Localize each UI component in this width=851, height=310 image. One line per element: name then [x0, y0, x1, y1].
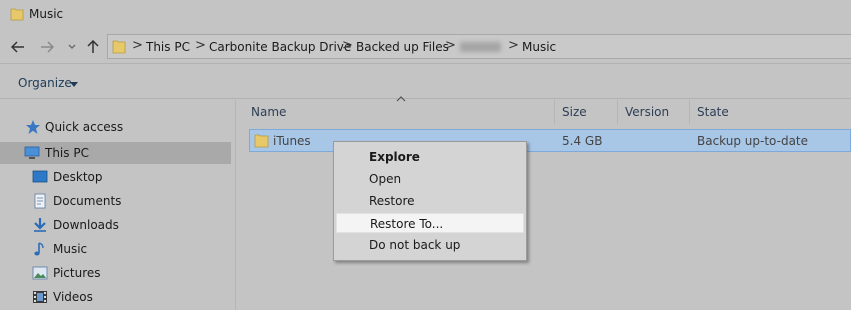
chevron-down-icon[interactable] [70, 82, 78, 87]
redacted-breadcrumb[interactable] [460, 42, 501, 52]
desktop-icon [32, 170, 48, 183]
forward-arrow-icon[interactable] [38, 38, 56, 56]
sidebar-item-label: Pictures [53, 266, 101, 280]
computer-icon [24, 146, 40, 159]
menu-item-do-not-back-up[interactable]: Do not back up [336, 235, 524, 255]
sidebar-item-label: Documents [53, 194, 122, 208]
address-bar[interactable]: > This PC > Carbonite Backup Drive > Bac… [107, 34, 851, 59]
column-header-version[interactable]: Version [618, 100, 690, 124]
chevron-down-icon[interactable] [63, 38, 81, 56]
sidebar-item-label: This PC [45, 146, 89, 160]
back-arrow-icon[interactable] [9, 38, 27, 56]
context-menu: Explore Open Restore Restore To... Do no… [333, 141, 527, 261]
organize-button[interactable]: Organize [18, 76, 72, 90]
breadcrumb-backed-up-files[interactable]: Backed up Files [356, 40, 449, 54]
sort-ascending-icon [396, 96, 406, 102]
videos-icon [33, 291, 47, 303]
pictures-icon [32, 266, 48, 280]
breadcrumb-separator[interactable]: > [132, 38, 143, 53]
sidebar-item-desktop[interactable]: Desktop [0, 166, 236, 188]
music-icon [34, 242, 44, 256]
column-header-size[interactable]: Size [555, 100, 618, 124]
breadcrumb-separator[interactable]: > [342, 38, 353, 53]
downloads-icon [34, 218, 46, 232]
column-header-name[interactable]: Name [237, 100, 555, 124]
sidebar-item-label: Music [53, 242, 88, 256]
breadcrumb-carbonite-backup-drive[interactable]: Carbonite Backup Drive [209, 40, 351, 54]
sidebar-item-quick-access[interactable]: Quick access [0, 116, 236, 138]
sidebar-item-videos[interactable]: Videos [0, 286, 236, 308]
title-bar: Music [0, 0, 851, 30]
row-name: iTunes [273, 134, 311, 148]
breadcrumb-music[interactable]: Music [522, 40, 556, 54]
sidebar-item-label: Videos [53, 290, 93, 304]
sidebar-item-documents[interactable]: Documents [0, 190, 236, 212]
sidebar-item-label: Downloads [53, 218, 119, 232]
sidebar-item-label: Desktop [53, 170, 103, 184]
breadcrumb-separator[interactable]: > [445, 38, 456, 53]
up-arrow-icon[interactable] [84, 38, 102, 56]
row-state: Backup up-to-date [697, 134, 809, 148]
menu-item-explore[interactable]: Explore [336, 147, 524, 167]
breadcrumb-separator[interactable]: > [195, 38, 206, 53]
window-title: Music [29, 7, 64, 21]
sidebar-item-label: Quick access [45, 120, 124, 134]
folder-icon [112, 40, 126, 54]
sidebar-item-music[interactable]: Music [0, 238, 236, 260]
navigation-pane: Quick access This PC Desktop Documents D… [0, 100, 236, 310]
star-icon [26, 120, 40, 134]
menu-item-restore[interactable]: Restore [336, 191, 524, 211]
column-header-state[interactable]: State [690, 100, 851, 124]
menu-item-restore-to[interactable]: Restore To... [336, 213, 524, 233]
breadcrumb-separator[interactable]: > [508, 38, 519, 53]
sidebar-item-downloads[interactable]: Downloads [0, 214, 236, 236]
row-size: 5.4 GB [562, 134, 603, 148]
sidebar-item-pictures[interactable]: Pictures [0, 262, 236, 284]
breadcrumb-this-pc[interactable]: This PC [146, 40, 190, 54]
command-bar: Organize [0, 63, 851, 99]
sidebar-item-this-pc[interactable]: This PC [0, 142, 231, 164]
folder-icon [10, 8, 24, 21]
documents-icon [34, 193, 46, 209]
folder-icon [254, 134, 269, 148]
menu-item-open[interactable]: Open [336, 169, 524, 189]
